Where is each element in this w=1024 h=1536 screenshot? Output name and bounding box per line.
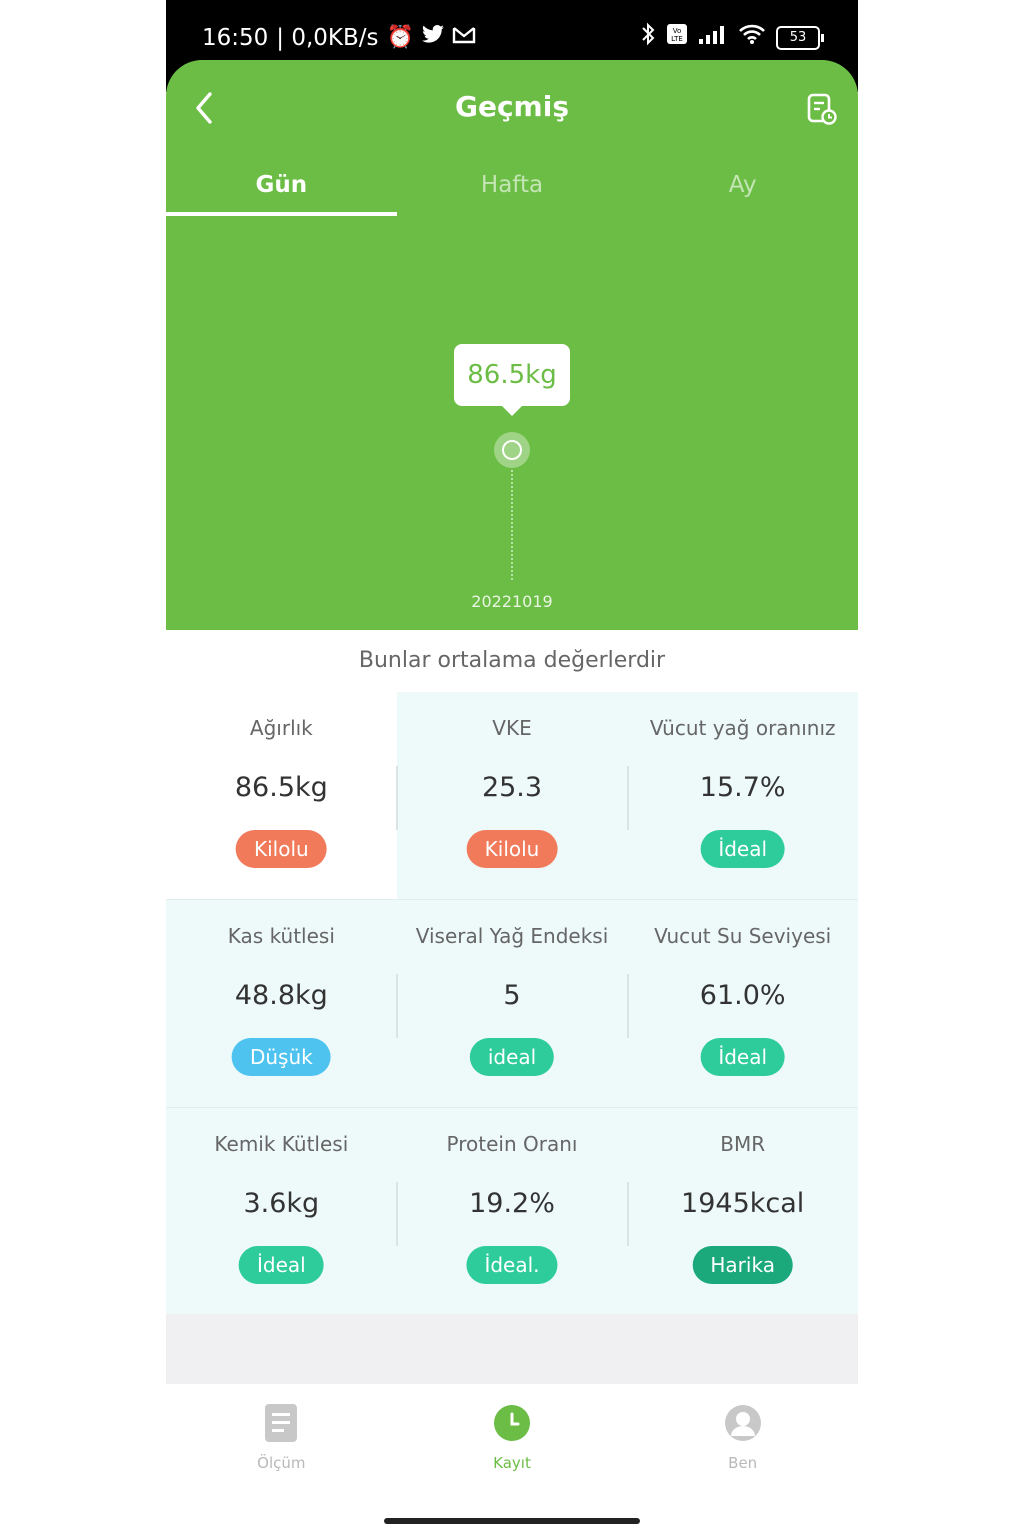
divider (396, 974, 398, 1038)
metric-muscle-mass[interactable]: Kas kütlesi 48.8kg Düşük (166, 900, 397, 1107)
status-badge: İdeal. (466, 1246, 558, 1284)
tab-day[interactable]: Gün (166, 162, 397, 216)
metric-value: 61.0% (699, 980, 786, 1011)
nav-label: Ölçüm (257, 1454, 306, 1472)
metric-label: Ağırlık (249, 716, 313, 740)
metric-label: VKE (492, 716, 532, 740)
metric-label: Protein Oranı (446, 1132, 578, 1156)
nav-measure[interactable]: Ölçüm (166, 1384, 397, 1484)
svg-text:Vo: Vo (673, 27, 682, 35)
status-badge: Kilolu (235, 830, 327, 868)
metric-value: 15.7% (699, 772, 786, 803)
nav-profile[interactable]: Ben (627, 1384, 858, 1484)
status-badge: ideal (469, 1038, 555, 1076)
metric-body-fat[interactable]: Vücut yağ oranınız 15.7% İdeal (627, 692, 858, 899)
metric-value: 19.2% (469, 1188, 555, 1219)
metric-value: 25.3 (481, 772, 543, 803)
metrics-row: Kemik Kütlesi 3.6kg İdeal Protein Oranı … (166, 1107, 858, 1315)
chart-point-inner (502, 440, 522, 460)
status-badge: İdeal (700, 830, 786, 868)
svg-text:LTE: LTE (671, 35, 683, 43)
metric-label: Vücut yağ oranınız (649, 716, 836, 740)
chart-x-tick-label: 20221019 (471, 592, 553, 611)
status-badge: Düşük (231, 1038, 331, 1076)
period-tabs: Gün Hafta Ay (166, 162, 858, 216)
clock-icon (493, 1404, 531, 1446)
chart-tooltip: 86.5kg (454, 344, 570, 416)
metric-visceral-fat[interactable]: Viseral Yağ Endeksi 5 ideal (396, 900, 628, 1107)
tab-week[interactable]: Hafta (397, 162, 628, 214)
divider (396, 1182, 398, 1246)
signal-icon (698, 23, 728, 53)
user-icon (724, 1404, 762, 1446)
metric-label: Kas kütlesi (227, 924, 335, 948)
page-title: Geçmiş (454, 90, 569, 123)
nav-record[interactable]: Kayıt (397, 1384, 628, 1484)
tab-month[interactable]: Ay (627, 162, 858, 214)
status-time: 16:50 (202, 25, 269, 51)
content-spacer (166, 1314, 858, 1384)
history-header: Geçmiş Gün Hafta Ay 86.5kg 20221019 (166, 60, 858, 630)
wifi-icon (738, 23, 766, 53)
metrics-row: Kas kütlesi 48.8kg Düşük Viseral Yağ End… (166, 899, 858, 1107)
metric-label: Vucut Su Seviyesi (654, 924, 832, 948)
metric-value: 5 (503, 980, 521, 1011)
status-badge: Harika (692, 1246, 793, 1284)
metric-bone-mass[interactable]: Kemik Kütlesi 3.6kg İdeal (166, 1108, 397, 1315)
metric-label: Viseral Yağ Endeksi (415, 924, 609, 948)
divider (627, 766, 629, 830)
metric-bmi[interactable]: VKE 25.3 Kilolu (396, 692, 628, 899)
nav-label: Ben (728, 1454, 758, 1472)
home-indicator[interactable] (384, 1518, 640, 1524)
battery-icon: 53 (776, 26, 824, 50)
status-badge: Kilolu (466, 830, 558, 868)
app-screen: 16:50 | 0,0KB/s ⏰ Vo LTE 53 Geçmiş Gün H… (166, 0, 858, 1536)
status-badge: İdeal (238, 1246, 324, 1284)
metric-value: 3.6kg (243, 1188, 320, 1219)
metrics-row: Ağırlık 86.5kg Kilolu VKE 25.3 Kilolu Vü… (166, 692, 858, 899)
report-icon (807, 93, 837, 125)
metric-label: Kemik Kütlesi (214, 1132, 349, 1156)
twitter-icon (421, 24, 444, 52)
alarm-icon: ⏰ (386, 25, 414, 50)
bluetooth-icon (640, 22, 656, 54)
metric-body-water[interactable]: Vucut Su Seviyesi 61.0% İdeal (627, 900, 858, 1107)
metric-weight[interactable]: Ağırlık 86.5kg Kilolu (166, 692, 397, 899)
metric-value: 48.8kg (234, 980, 328, 1011)
metric-bmr[interactable]: BMR 1945kcal Harika (627, 1108, 858, 1315)
status-right: Vo LTE 53 (640, 22, 824, 54)
chart-point[interactable] (494, 432, 530, 468)
chart-guide-line (511, 470, 513, 580)
report-button[interactable] (806, 92, 838, 126)
metric-value: 1945kcal (681, 1188, 805, 1219)
divider (627, 1182, 629, 1246)
nav-label: Kayıt (493, 1454, 531, 1472)
status-badge: İdeal (700, 1038, 786, 1076)
metric-value: 86.5kg (234, 772, 328, 803)
divider (627, 974, 629, 1038)
metrics-grid: Ağırlık 86.5kg Kilolu VKE 25.3 Kilolu Vü… (166, 692, 858, 1315)
document-icon (265, 1404, 298, 1446)
bottom-nav: Ölçüm Kayıt Ben (166, 1384, 858, 1484)
summary-note: Bunlar ortalama değerlerdir (358, 648, 666, 673)
status-left: 16:50 | 0,0KB/s ⏰ (202, 24, 476, 52)
gmail-icon (452, 24, 476, 52)
divider (396, 766, 398, 830)
metric-protein[interactable]: Protein Oranı 19.2% İdeal. (396, 1108, 628, 1315)
status-network-speed: | 0,0KB/s (276, 25, 379, 51)
volte-icon: Vo LTE (666, 23, 688, 53)
metric-label: BMR (720, 1132, 766, 1156)
